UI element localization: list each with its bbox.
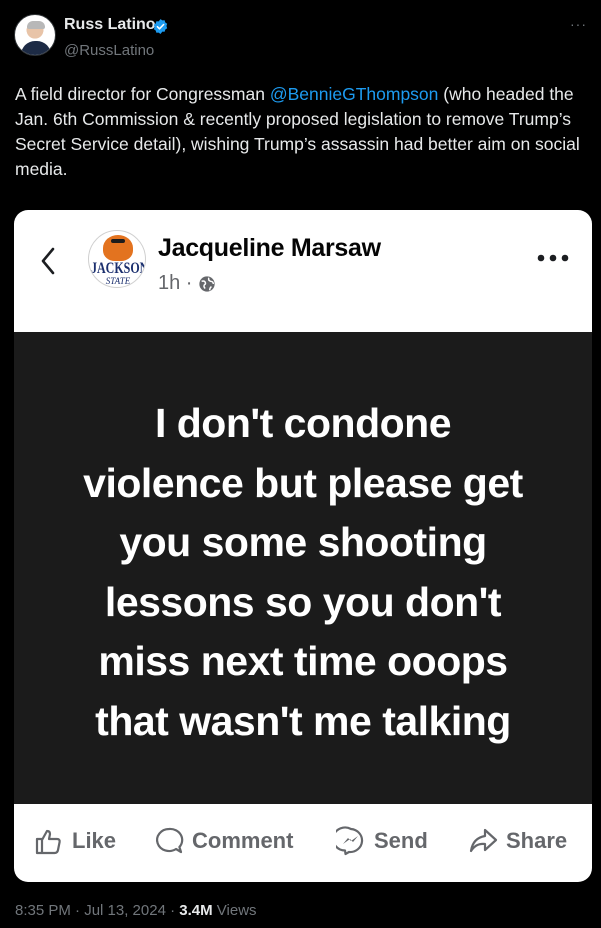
views-count: 3.4M xyxy=(179,902,213,919)
views-label: Views xyxy=(212,902,257,919)
comment-action: Comment xyxy=(154,826,293,856)
share-action: Share xyxy=(468,826,567,856)
globe-icon xyxy=(199,275,216,292)
like-thumb-icon xyxy=(35,829,61,855)
back-chevron-icon xyxy=(41,247,55,275)
messenger-send-icon xyxy=(336,826,364,856)
share-label: Share xyxy=(506,828,568,853)
avatar-hair xyxy=(27,21,45,29)
send-action: Send xyxy=(336,826,428,856)
send-label: Send xyxy=(374,828,428,853)
like-action: Like xyxy=(34,826,116,856)
fb-avatar: JACKSON STATE xyxy=(88,230,146,288)
fb-post-meta: 1h · xyxy=(158,272,216,295)
avatar-logo-subtext: STATE xyxy=(105,276,131,286)
share-arrow-icon xyxy=(469,828,498,853)
author-handle[interactable]: @RussLatino xyxy=(64,42,154,59)
mention-link[interactable]: @BennieGThompson xyxy=(270,84,439,104)
tweet-meta: 8:35 PM · Jul 13, 2024 · 3.4M Views xyxy=(15,902,257,919)
embedded-screenshot[interactable]: JACKSON STATE Jacqueline Marsaw 1h · I d… xyxy=(14,210,592,882)
fb-post-time: 1h · xyxy=(158,272,193,294)
avatar-suit xyxy=(21,41,51,55)
tweet-text-part: A field director for Congressman xyxy=(15,84,270,104)
tweet-timestamp[interactable]: 8:35 PM · Jul 13, 2024 · xyxy=(15,902,179,919)
tweet-text: A field director for Congressman @Bennie… xyxy=(15,82,590,182)
fb-author-name: Jacqueline Marsaw xyxy=(158,234,381,262)
comment-bubble-icon xyxy=(156,827,184,854)
more-dots-icon xyxy=(537,254,569,262)
author-name[interactable]: Russ Latino xyxy=(64,16,156,34)
tweet: Russ Latino @RussLatino ··· A field dire… xyxy=(0,0,601,928)
tiger-stripe xyxy=(111,239,125,243)
author-avatar[interactable] xyxy=(14,14,56,56)
verified-badge-icon xyxy=(153,19,168,34)
like-label: Like xyxy=(72,828,117,853)
fb-post-background: I don't condone violence but please get … xyxy=(14,332,592,804)
fb-post-text: I don't condone violence but please get … xyxy=(83,400,523,744)
fb-action-bar: Like Comment Send Share xyxy=(14,804,592,882)
comment-label: Comment xyxy=(192,828,294,853)
tweet-more-button[interactable]: ··· xyxy=(570,16,587,32)
